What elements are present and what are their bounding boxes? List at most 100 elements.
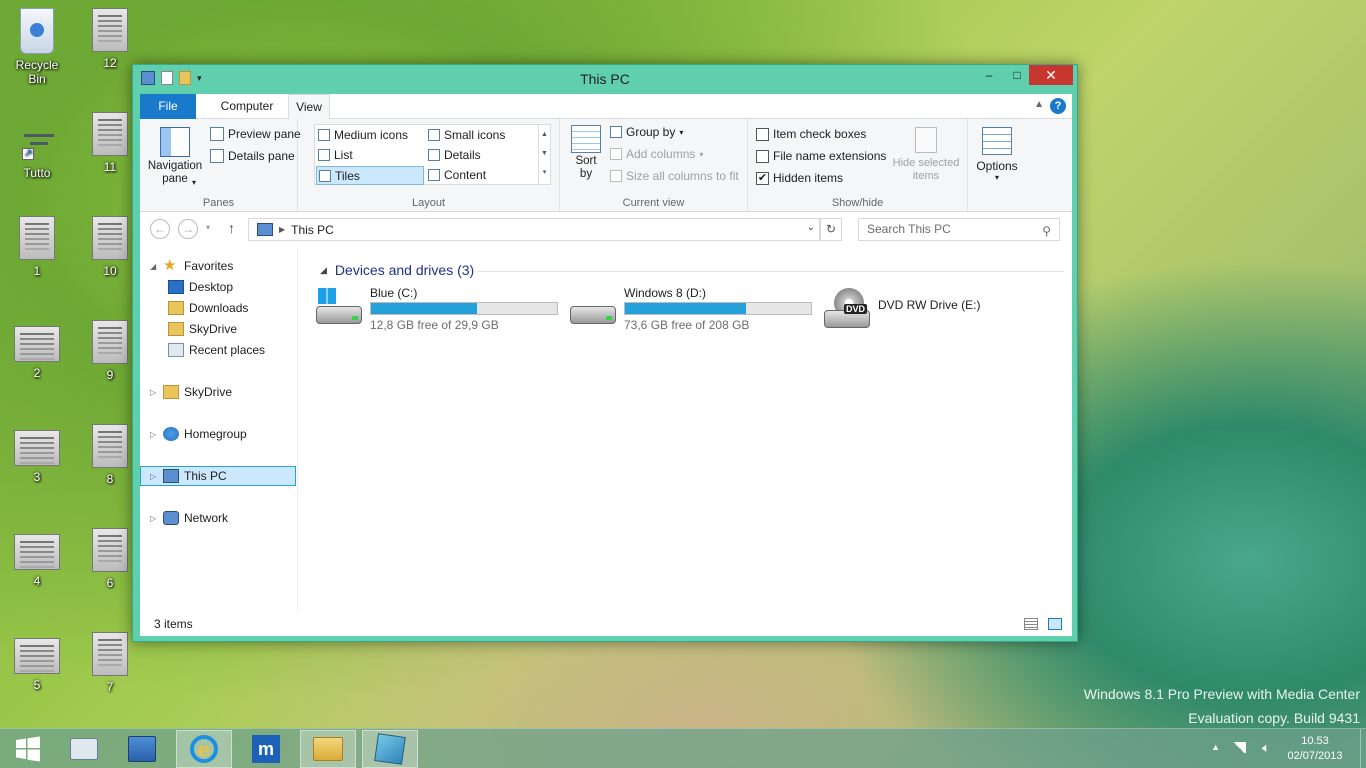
options-button[interactable]: Options ▾ <box>970 127 1024 182</box>
layout-details[interactable]: Details <box>428 148 481 162</box>
checkbox-checked[interactable]: ✔ <box>756 171 769 185</box>
nav-item-network[interactable]: ▷ Network <box>140 508 228 528</box>
desktop-icon-file[interactable]: 10 <box>80 216 140 278</box>
nav-item-skydrive-favorite[interactable]: SkyDrive <box>168 319 237 339</box>
checkbox[interactable] <box>756 127 769 141</box>
network-signal-icon[interactable] <box>1232 742 1246 753</box>
size-columns-button[interactable]: Size all columns to fit <box>610 169 739 183</box>
layout-small-icons[interactable]: Small icons <box>428 128 505 142</box>
taskbar-virtualbox[interactable] <box>362 730 418 768</box>
nav-item-recent-places[interactable]: Recent places <box>168 340 265 360</box>
refresh-button[interactable]: ↻ <box>820 218 842 241</box>
tab-computer[interactable]: Computer <box>202 94 292 119</box>
collapsed-arrow-icon[interactable]: ▷ <box>140 430 158 439</box>
nav-item-homegroup[interactable]: ▷ Homegroup <box>140 424 247 444</box>
desktop-icon-file[interactable]: 2 <box>7 320 67 380</box>
add-columns-button[interactable]: Add columns ▾ <box>610 147 703 161</box>
group-header[interactable]: ◢ Devices and drives (3) <box>320 262 474 278</box>
details-pane-button[interactable]: Details pane <box>210 149 295 163</box>
volume-icon[interactable]: 🔈︎ <box>1262 740 1270 756</box>
chevron-down-icon[interactable]: ⌄ <box>807 222 815 233</box>
item-check-boxes-toggle[interactable]: Item check boxes <box>756 127 866 141</box>
breadcrumb-separator-icon[interactable]: ▶ <box>279 225 285 234</box>
chevron-down-icon: ▾ <box>699 149 704 159</box>
nav-item-this-pc[interactable]: ▷ This PC <box>140 466 296 486</box>
hide-selected-button[interactable]: Hide selected items <box>890 127 962 183</box>
show-hidden-icons-icon[interactable]: ▲ <box>1211 742 1220 752</box>
desktop-icon-shortcut[interactable]: ↗ Tutto <box>7 118 67 180</box>
desktop-icon-file[interactable]: 6 <box>80 528 140 590</box>
large-icons-view-icon[interactable] <box>1048 618 1062 630</box>
gallery-scroll-icon[interactable]: ▲ ▼ ▾ <box>538 125 550 184</box>
document-thumbnail-icon <box>92 528 128 572</box>
nav-item-desktop[interactable]: Desktop <box>168 277 233 297</box>
tab-file[interactable]: File <box>140 94 196 119</box>
show-desktop-button[interactable] <box>1360 729 1366 768</box>
document-thumbnail-icon <box>14 326 60 362</box>
expanded-arrow-icon[interactable]: ◢ <box>140 262 158 271</box>
desktop-icon-file[interactable]: 12 <box>80 8 140 70</box>
desktop-icon-file[interactable]: 4 <box>7 528 67 588</box>
window-title: This PC <box>580 71 630 87</box>
title-bar[interactable]: ▾ This PC – □ ✕ <box>133 65 1077 92</box>
nav-item-skydrive[interactable]: ▷ SkyDrive <box>140 382 232 402</box>
desktop-icon-file[interactable]: 5 <box>7 632 67 692</box>
details-view-icon[interactable] <box>1024 618 1038 630</box>
search-input[interactable]: Search This PC ⚲ <box>858 218 1060 241</box>
checkbox[interactable] <box>756 149 769 163</box>
address-input[interactable]: ▶ This PC ⌄ <box>248 218 820 241</box>
clock[interactable]: 10.53 02/07/2013 <box>1280 734 1350 764</box>
preview-pane-button[interactable]: Preview pane <box>210 127 301 141</box>
nav-item-favorites[interactable]: ◢ ★ Favorites <box>140 256 233 276</box>
layout-list[interactable]: List <box>318 148 353 162</box>
watermark-line1: Windows 8.1 Pro Preview with Media Cente… <box>1083 686 1360 702</box>
desktop-icon-recycle-bin[interactable]: Recycle Bin <box>7 8 67 86</box>
taskbar: e m ▲ 🔈︎ 10.53 02/07/2013 <box>0 728 1366 768</box>
nav-label: SkyDrive <box>184 385 233 399</box>
maxthon-icon: m <box>252 735 280 763</box>
nav-item-downloads[interactable]: Downloads <box>168 298 248 318</box>
taskbar-resource-monitor[interactable] <box>56 730 112 768</box>
chevron-up-icon[interactable]: ▲ <box>1034 99 1044 110</box>
collapsed-arrow-icon[interactable]: ▷ <box>140 388 158 397</box>
nav-pane-button[interactable]: Navigation pane ▾ <box>146 123 204 187</box>
desktop-icon-file[interactable]: 3 <box>7 424 67 484</box>
sort-by-button[interactable]: Sort by <box>568 125 604 181</box>
close-button[interactable]: ✕ <box>1029 65 1073 85</box>
minimize-button[interactable]: – <box>975 65 1003 85</box>
back-button[interactable]: ← <box>150 219 170 239</box>
desktop-icon-label: 11 <box>103 160 117 174</box>
taskbar-control-panel[interactable] <box>114 730 170 768</box>
clock-date: 02/07/2013 <box>1287 750 1343 762</box>
help-icon[interactable]: ? <box>1050 98 1066 114</box>
layout-tiles[interactable]: Tiles <box>316 166 424 185</box>
collapsed-arrow-icon[interactable]: ▷ <box>140 514 158 523</box>
breadcrumb[interactable]: This PC <box>291 223 334 237</box>
layout-content[interactable]: Content <box>428 168 486 182</box>
start-button[interactable] <box>0 730 56 768</box>
collapse-group-icon[interactable]: ◢ <box>320 265 327 276</box>
hidden-items-toggle[interactable]: ✔ Hidden items <box>756 171 843 185</box>
layout-medium-icons[interactable]: Medium icons <box>318 128 408 142</box>
up-button[interactable]: ↑ <box>228 220 235 236</box>
maximize-button[interactable]: □ <box>1003 65 1031 85</box>
recent-locations-icon[interactable]: ▾ <box>206 223 210 232</box>
drive-name: DVD RW Drive (E:) <box>878 298 981 312</box>
forward-button[interactable]: → <box>178 219 198 239</box>
skydrive-icon <box>163 385 179 399</box>
desktop-icon-file[interactable]: 1 <box>7 216 67 278</box>
desktop-icon-file[interactable]: 11 <box>80 112 140 174</box>
tab-view[interactable]: View <box>288 94 330 120</box>
group-by-button[interactable]: Group by ▾ <box>610 125 683 139</box>
taskbar-maxthon[interactable]: m <box>238 730 294 768</box>
search-placeholder: Search This PC <box>867 222 951 236</box>
file-name-extensions-toggle[interactable]: File name extensions <box>756 149 886 163</box>
desktop-icon-file[interactable]: 7 <box>80 632 140 694</box>
collapsed-arrow-icon[interactable]: ▷ <box>141 472 158 481</box>
desktop-icon-file[interactable]: 8 <box>80 424 140 486</box>
document-thumbnail-icon <box>14 534 60 570</box>
search-icon[interactable]: ⚲ <box>1042 221 1051 242</box>
taskbar-internet-explorer[interactable]: e <box>176 730 232 768</box>
desktop-icon-file[interactable]: 9 <box>80 320 140 382</box>
taskbar-file-explorer[interactable] <box>300 730 356 768</box>
